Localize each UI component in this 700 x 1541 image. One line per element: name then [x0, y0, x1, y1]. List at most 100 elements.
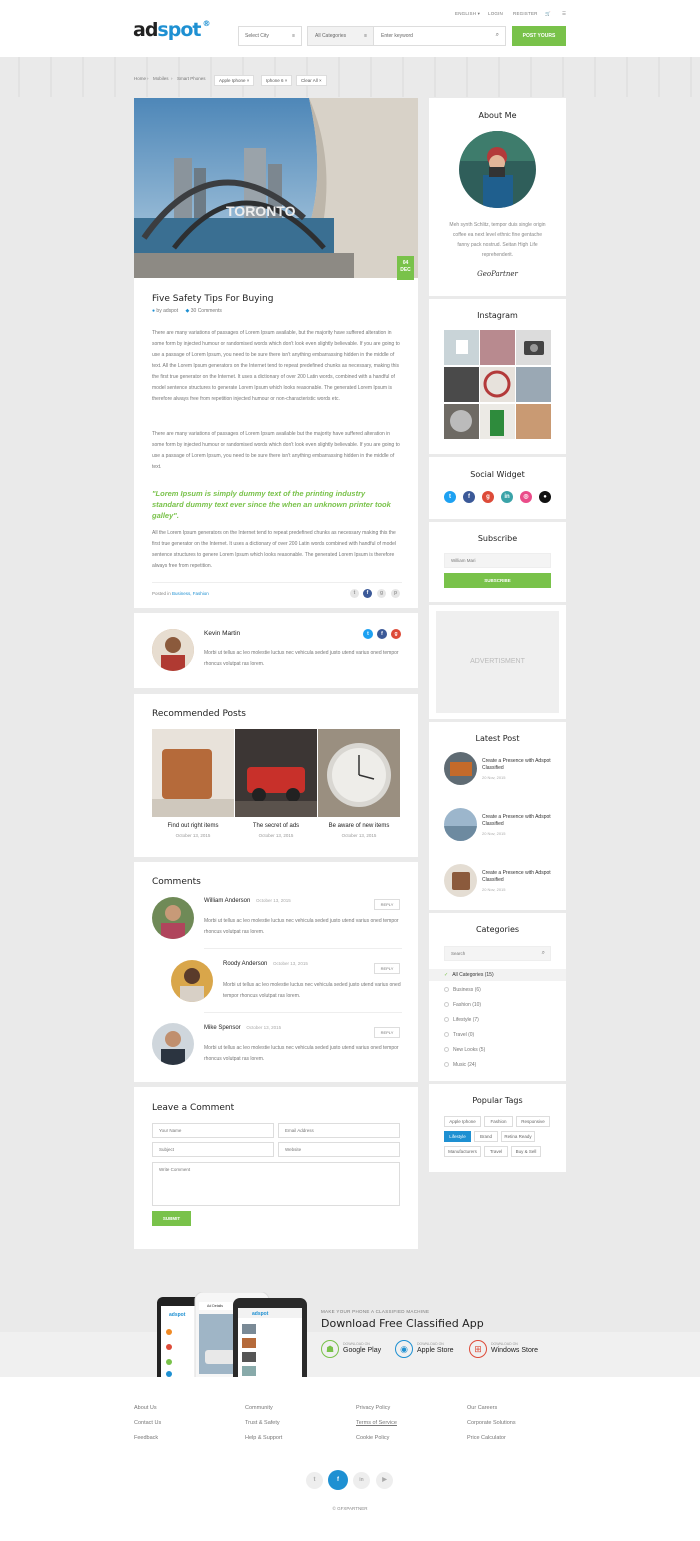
post-comment-count[interactable]: 30 Comments	[191, 308, 222, 314]
website-field[interactable]: Website	[278, 1142, 400, 1157]
category-item[interactable]: Lifestyle (7)	[444, 1017, 479, 1023]
instagram-photo[interactable]	[480, 367, 515, 402]
footer-link[interactable]: Our Careers	[467, 1405, 497, 1411]
google-plus-icon[interactable]: g	[482, 491, 494, 503]
footer-link[interactable]: Terms of Service	[356, 1420, 397, 1426]
commenter-name[interactable]: Mike Spensor	[204, 1025, 241, 1031]
facebook-icon[interactable]: f	[377, 629, 387, 639]
category-item[interactable]: New Looks (5)	[444, 1047, 485, 1053]
cart-icon[interactable]: 🛒	[545, 11, 551, 17]
recommended-item-title[interactable]: The secret of ads	[235, 823, 317, 829]
login-link[interactable]: LOGIN	[488, 11, 503, 16]
pinterest-icon[interactable]: p	[391, 589, 400, 598]
google-play-button[interactable]: ☗ DOWNLOAD ON Google Play	[321, 1340, 391, 1360]
commenter-name[interactable]: Roody Anderson	[223, 961, 267, 967]
footer-link[interactable]: About Us	[134, 1405, 157, 1411]
category-select[interactable]: All Categories ≡	[307, 26, 374, 46]
youtube-icon[interactable]: ▶	[376, 1472, 393, 1489]
reply-button[interactable]: REPLY	[374, 1027, 400, 1038]
language-selector[interactable]: ENGLISH ▾	[455, 11, 480, 17]
recommended-item-title[interactable]: Be aware of new items	[318, 823, 400, 829]
commenter-name[interactable]: William Anderson	[204, 898, 250, 904]
latest-post-thumb[interactable]	[444, 864, 477, 897]
latest-post-title[interactable]: Create a Presence with Adspot Classified	[482, 758, 557, 772]
instagram-photo[interactable]	[516, 367, 551, 402]
footer-link[interactable]: Corporate Solutions	[467, 1420, 516, 1426]
footer-link[interactable]: Help & Support	[245, 1435, 282, 1441]
latest-post-thumb[interactable]	[444, 808, 477, 841]
tag[interactable]: Travel	[484, 1146, 508, 1157]
dribbble-icon[interactable]: ◎	[520, 491, 532, 503]
tag[interactable]: Responsive	[516, 1116, 550, 1127]
reply-button[interactable]: REPLY	[374, 963, 400, 974]
name-field[interactable]: Your Name	[152, 1123, 274, 1138]
category-item[interactable]: ✓ All Categories (15)	[444, 972, 494, 978]
search-icon[interactable]: ⌕	[542, 950, 545, 957]
facebook-icon[interactable]: f	[463, 491, 475, 503]
recommended-image[interactable]	[235, 729, 317, 817]
instagram-photo[interactable]	[444, 404, 479, 439]
subject-field[interactable]: Subject	[152, 1142, 274, 1157]
google-plus-icon[interactable]: g	[391, 629, 401, 639]
instagram-photo[interactable]	[480, 330, 515, 365]
twitter-icon[interactable]: t	[444, 491, 456, 503]
facebook-icon[interactable]: f	[363, 589, 372, 598]
tag-active[interactable]: Lifestyle	[444, 1131, 471, 1142]
reply-button[interactable]: REPLY	[374, 899, 400, 910]
footer-link[interactable]: Trust & Safety	[245, 1420, 280, 1426]
categories-search[interactable]: Search ⌕	[444, 946, 551, 961]
breadcrumb-mobiles[interactable]: Mobiles	[153, 76, 169, 81]
keyword-input[interactable]: Enter keyword ⌕	[373, 26, 506, 46]
menu-icon[interactable]: ☰	[562, 11, 566, 17]
footer-link[interactable]: Community	[245, 1405, 273, 1411]
comment-textarea[interactable]: Write Comment	[152, 1162, 400, 1206]
filter-chip[interactable]: Apple Iphone ×	[214, 75, 255, 86]
footer-link[interactable]: Contact Us	[134, 1420, 161, 1426]
breadcrumb-smart-phones[interactable]: Smart Phones	[177, 76, 206, 81]
tag[interactable]: Apple Iphone	[444, 1116, 481, 1127]
close-icon[interactable]: ×	[247, 78, 250, 83]
advertisement[interactable]: ADVERTISMENT	[436, 611, 559, 713]
tag[interactable]: Brand	[474, 1131, 498, 1142]
subscribe-button[interactable]: SUBSCRIBE	[444, 573, 551, 588]
twitter-icon[interactable]: t	[363, 629, 373, 639]
search-icon[interactable]: ⌕	[496, 32, 499, 39]
category-item[interactable]: Travel (0)	[444, 1032, 474, 1038]
instagram-photo[interactable]	[444, 330, 479, 365]
windows-store-button[interactable]: ⊞ DOWNLOAD ON Windows Store	[469, 1340, 549, 1360]
instagram-photo[interactable]	[480, 404, 515, 439]
latest-post-title[interactable]: Create a Presence with Adspot Classified	[482, 814, 557, 828]
tag[interactable]: Fashion	[484, 1116, 513, 1127]
facebook-icon[interactable]: f	[328, 1470, 348, 1490]
breadcrumb-home[interactable]: Home	[134, 76, 146, 81]
instagram-photo[interactable]	[444, 367, 479, 402]
recommended-image[interactable]	[152, 729, 234, 817]
category-item[interactable]: Music (24)	[444, 1062, 476, 1068]
instagram-photo[interactable]	[516, 404, 551, 439]
category-item[interactable]: Business (6)	[444, 987, 481, 993]
latest-post-title[interactable]: Create a Presence with Adspot Classified	[482, 870, 557, 884]
clear-all-chip[interactable]: Clear All ×	[296, 75, 327, 86]
close-icon[interactable]: ×	[319, 78, 322, 83]
post-title[interactable]: Five Safety Tips For Buying	[152, 294, 273, 304]
recommended-item-title[interactable]: Find out right items	[152, 823, 234, 829]
recommended-image[interactable]	[318, 729, 400, 817]
email-field[interactable]: Email Address	[278, 1123, 400, 1138]
register-link[interactable]: REGISTER	[513, 11, 538, 16]
footer-link[interactable]: Privacy Policy	[356, 1405, 390, 1411]
apple-icon[interactable]: ●	[539, 491, 551, 503]
posted-tags[interactable]: Business, Fashion	[172, 591, 209, 596]
post-yours-button[interactable]: POST YOURS	[512, 26, 566, 46]
instagram-photo[interactable]	[516, 330, 551, 365]
city-select[interactable]: Select City ≡	[238, 26, 302, 46]
tag[interactable]: Retina Ready	[501, 1131, 535, 1142]
linkedin-icon[interactable]: in	[501, 491, 513, 503]
google-plus-icon[interactable]: g	[377, 589, 386, 598]
tag[interactable]: Manufacturers	[444, 1146, 481, 1157]
author-name[interactable]: Kevin Martin	[204, 630, 240, 637]
footer-link[interactable]: Price Calculator	[467, 1435, 506, 1441]
linkedin-icon[interactable]: in	[353, 1472, 370, 1489]
twitter-icon[interactable]: t	[306, 1472, 323, 1489]
close-icon[interactable]: ×	[285, 78, 288, 83]
twitter-icon[interactable]: t	[350, 589, 359, 598]
